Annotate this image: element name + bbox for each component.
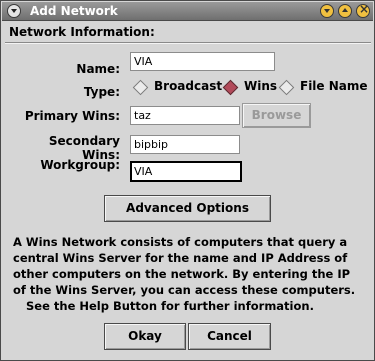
primary-wins-label: Primary Wins: <box>24 109 120 123</box>
radio-file-name[interactable] <box>278 79 295 96</box>
name-field[interactable] <box>130 52 275 71</box>
info-text: A Wins Network consists of computers tha… <box>13 234 365 314</box>
minimize-icon[interactable] <box>320 4 334 18</box>
info-line: of the Wins Server, you can access these… <box>13 283 356 297</box>
maximize-icon[interactable] <box>338 4 352 18</box>
section-divider <box>5 42 371 44</box>
name-label: Name: <box>76 62 120 76</box>
close-icon[interactable] <box>356 2 370 18</box>
workgroup-label: Workgroup: <box>40 158 120 172</box>
window-menu-icon[interactable] <box>7 4 21 18</box>
type-label: Type: <box>83 85 120 99</box>
section-title: Network Information: <box>9 25 155 39</box>
info-line: See the Help Button for further informat… <box>26 299 314 313</box>
window-title: Add Network <box>30 4 118 18</box>
advanced-options-button[interactable]: Advanced Options <box>104 195 271 222</box>
info-line: A Wins Network consists of computers tha… <box>13 235 348 249</box>
info-line: central Wins Server for the name and IP … <box>13 251 348 265</box>
title-bar[interactable]: Add Network <box>2 2 373 21</box>
radio-wins-label[interactable]: Wins <box>244 79 277 93</box>
browse-button[interactable]: Browse <box>242 103 311 128</box>
radio-broadcast[interactable] <box>132 79 149 96</box>
radio-broadcast-label[interactable]: Broadcast <box>154 79 222 93</box>
secondary-wins-field[interactable] <box>130 135 240 154</box>
workgroup-field[interactable] <box>130 161 242 182</box>
radio-file-name-label[interactable]: File Name <box>300 79 368 93</box>
primary-wins-field[interactable] <box>130 106 240 125</box>
cancel-button[interactable]: Cancel <box>188 323 271 350</box>
add-network-dialog: Add Network Network Information: Name: T… <box>0 0 375 361</box>
okay-button[interactable]: Okay <box>104 323 186 350</box>
info-line: other computers on the network. By enter… <box>13 267 351 281</box>
radio-wins[interactable] <box>222 79 239 96</box>
